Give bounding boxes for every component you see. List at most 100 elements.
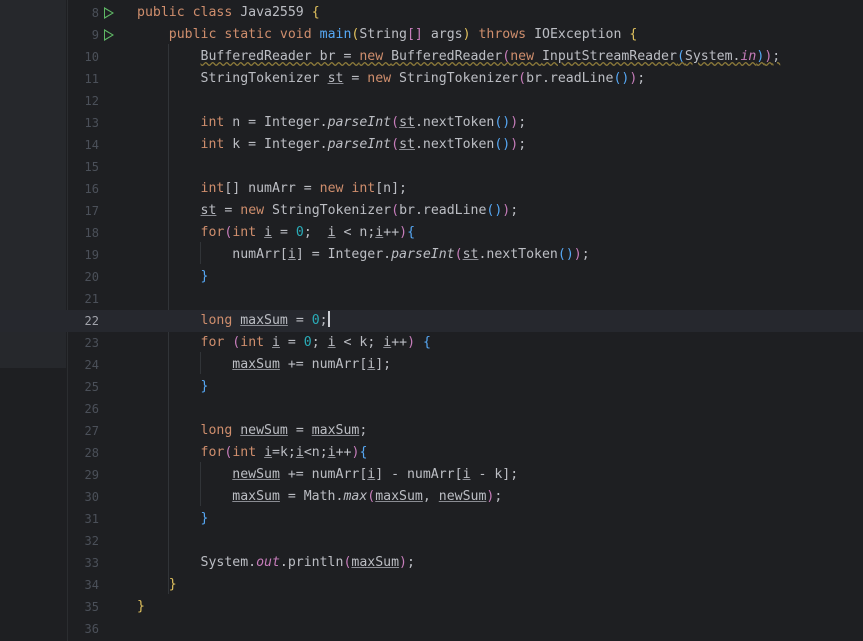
code-token: += numArr[ bbox=[279, 467, 368, 482]
code-line[interactable]: 17 st = new StringTokenizer(br.readLine(… bbox=[0, 200, 863, 222]
line-number[interactable]: 16 bbox=[67, 178, 99, 200]
line-number[interactable]: 12 bbox=[67, 90, 99, 112]
code-token: ; bbox=[772, 49, 781, 64]
line-number[interactable]: 17 bbox=[67, 200, 99, 222]
line-number[interactable]: 35 bbox=[67, 596, 99, 618]
code-token: i bbox=[327, 445, 336, 460]
code-line[interactable]: 35} bbox=[0, 596, 863, 618]
code-text: } bbox=[137, 508, 209, 530]
code-line[interactable]: 16 int[] numArr = new int[n]; bbox=[0, 178, 863, 200]
code-line[interactable]: 10 BufferedReader br = new BufferedReade… bbox=[0, 46, 863, 68]
line-number[interactable]: 9 bbox=[67, 24, 99, 46]
code-line[interactable]: 27 long newSum = maxSum; bbox=[0, 420, 863, 442]
code-line[interactable]: 12 bbox=[0, 90, 863, 112]
code-line[interactable]: 28 for(int i=k;i<n;i++){ bbox=[0, 442, 863, 464]
code-token: new int bbox=[319, 181, 376, 196]
line-number[interactable]: 15 bbox=[67, 156, 99, 178]
code-line[interactable]: 33 System.out.println(maxSum); bbox=[0, 552, 863, 574]
line-number[interactable]: 31 bbox=[67, 508, 99, 530]
code-line[interactable]: 9 public static void main(String[] args)… bbox=[0, 24, 863, 46]
code-token: () bbox=[486, 203, 503, 218]
line-number[interactable]: 29 bbox=[67, 464, 99, 486]
code-token: i bbox=[287, 247, 296, 262]
code-line[interactable]: 29 newSum += numArr[i] - numArr[i - k]; bbox=[0, 464, 863, 486]
code-text: long maxSum = 0; bbox=[137, 310, 330, 332]
code-token: st bbox=[200, 203, 217, 218]
code-token: = Math. bbox=[279, 489, 344, 504]
text-caret bbox=[327, 311, 330, 327]
line-number[interactable]: 11 bbox=[67, 68, 99, 90]
code-line[interactable]: 31 } bbox=[0, 508, 863, 530]
code-line[interactable]: 14 int k = Integer.parseInt(st.nextToken… bbox=[0, 134, 863, 156]
code-token: ++ bbox=[383, 225, 400, 240]
code-line[interactable]: 18 for(int i = 0; i < n;i++){ bbox=[0, 222, 863, 244]
code-token: ) bbox=[399, 555, 407, 570]
run-gutter-icon[interactable] bbox=[104, 7, 114, 19]
code-text: int k = Integer.parseInt(st.nextToken())… bbox=[137, 134, 527, 156]
line-number[interactable]: 27 bbox=[67, 420, 99, 442]
line-number[interactable]: 20 bbox=[67, 266, 99, 288]
code-text: BufferedReader br = new BufferedReader(n… bbox=[137, 46, 781, 68]
code-text: newSum += numArr[i] - numArr[i - k]; bbox=[137, 464, 518, 486]
code-line[interactable]: 26 bbox=[0, 398, 863, 420]
code-line[interactable]: 13 int n = Integer.parseInt(st.nextToken… bbox=[0, 112, 863, 134]
code-line[interactable]: 30 maxSum = Math.max(maxSum, newSum); bbox=[0, 486, 863, 508]
line-number[interactable]: 10 bbox=[67, 46, 99, 68]
line-number[interactable]: 13 bbox=[67, 112, 99, 134]
code-token: br.readLine bbox=[399, 203, 487, 218]
code-line[interactable]: 20 } bbox=[0, 266, 863, 288]
code-line[interactable]: 34 } bbox=[0, 574, 863, 596]
code-token: = bbox=[287, 423, 312, 438]
code-token: InputStreamReader bbox=[541, 49, 677, 64]
code-token: } bbox=[200, 511, 209, 526]
code-line[interactable]: 22 long maxSum = 0; bbox=[0, 310, 863, 332]
line-number[interactable]: 8 bbox=[67, 2, 99, 24]
code-line[interactable]: 36 bbox=[0, 618, 863, 640]
code-line[interactable]: 32 bbox=[0, 530, 863, 552]
code-token: public static void bbox=[168, 27, 320, 42]
line-number[interactable]: 14 bbox=[67, 134, 99, 156]
line-number[interactable]: 25 bbox=[67, 376, 99, 398]
code-token: { bbox=[407, 225, 416, 240]
code-line[interactable]: 8 public class Java2559 { bbox=[0, 2, 863, 24]
code-token: =k; bbox=[272, 445, 296, 460]
line-number[interactable]: 18 bbox=[67, 222, 99, 244]
code-token: ++ bbox=[391, 335, 408, 350]
line-number[interactable]: 24 bbox=[67, 354, 99, 376]
code-token: } bbox=[137, 599, 145, 614]
code-token: () bbox=[494, 115, 511, 130]
code-line[interactable]: 19 numArr[i] = Integer.parseInt(st.nextT… bbox=[0, 244, 863, 266]
line-number[interactable]: 32 bbox=[67, 530, 99, 552]
line-number[interactable]: 26 bbox=[67, 398, 99, 420]
line-number[interactable]: 30 bbox=[67, 486, 99, 508]
code-token: ; bbox=[518, 115, 527, 130]
code-text: for (int i = 0; i < k; i++) { bbox=[137, 332, 431, 354]
code-line[interactable]: 11 StringTokenizer st = new StringTokeni… bbox=[0, 68, 863, 90]
code-line[interactable]: 25 } bbox=[0, 376, 863, 398]
code-line[interactable]: 23 for (int i = 0; i < k; i++) { bbox=[0, 332, 863, 354]
code-token: ) bbox=[510, 137, 519, 152]
line-number[interactable]: 33 bbox=[67, 552, 99, 574]
line-number[interactable]: 21 bbox=[67, 288, 99, 310]
line-number[interactable]: 23 bbox=[67, 332, 99, 354]
code-token: maxSum bbox=[311, 423, 360, 438]
line-number[interactable]: 19 bbox=[67, 244, 99, 266]
line-number[interactable]: 34 bbox=[67, 574, 99, 596]
run-gutter-icon[interactable] bbox=[104, 29, 114, 41]
line-number[interactable]: 22 bbox=[67, 310, 99, 332]
code-text: for(int i=k;i<n;i++){ bbox=[137, 442, 368, 464]
code-token: int bbox=[232, 225, 265, 240]
line-number[interactable]: 36 bbox=[67, 618, 99, 640]
code-token: maxSum bbox=[232, 489, 280, 504]
code-token: ; bbox=[637, 71, 646, 86]
line-number[interactable]: 28 bbox=[67, 442, 99, 464]
code-line[interactable]: 15 bbox=[0, 156, 863, 178]
code-token: throws bbox=[470, 27, 535, 42]
code-text: public static void main(String[] args) t… bbox=[137, 24, 638, 46]
code-line[interactable]: 24 maxSum += numArr[i]; bbox=[0, 354, 863, 376]
code-line[interactable]: 21 bbox=[0, 288, 863, 310]
